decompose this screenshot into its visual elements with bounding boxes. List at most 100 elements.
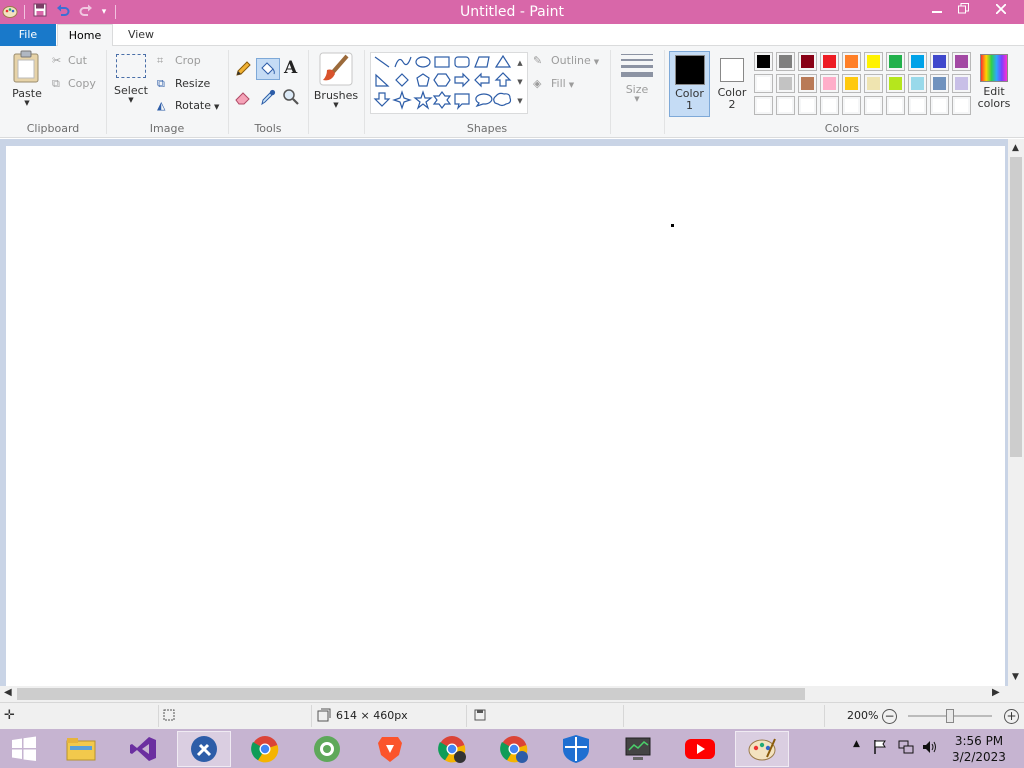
palette-swatch[interactable]: [820, 74, 839, 93]
chrome-profile-r-icon[interactable]: [487, 731, 541, 767]
line-shape-icon[interactable]: [374, 56, 390, 68]
taskbar-clock[interactable]: 3:56 PM 3/2/2023: [948, 733, 1010, 765]
palette-swatch[interactable]: [820, 52, 839, 71]
magnifier-icon[interactable]: [282, 88, 302, 108]
rectangle-shape-icon[interactable]: [434, 56, 450, 68]
chrome-profile-b-icon[interactable]: [425, 731, 479, 767]
select-button[interactable]: Select ▼: [112, 52, 150, 116]
palette-swatch[interactable]: [842, 52, 861, 71]
up-arrow-shape-icon[interactable]: [494, 72, 512, 87]
left-arrow-shape-icon[interactable]: [474, 72, 490, 88]
scroll-left-icon[interactable]: ◀: [4, 687, 12, 698]
palette-swatch[interactable]: [754, 96, 773, 115]
hexagon-shape-icon[interactable]: [433, 73, 451, 87]
palette-swatch[interactable]: [908, 74, 927, 93]
zoom-in-button[interactable]: +: [1004, 709, 1019, 724]
outline-button[interactable]: ✎ Outline ▼: [533, 52, 605, 70]
scroll-right-icon[interactable]: ▶: [992, 687, 1000, 698]
system-monitor-icon[interactable]: [611, 731, 665, 767]
edit-colors-button[interactable]: Edit colors: [974, 52, 1014, 118]
scroll-down-icon[interactable]: ▼: [1012, 672, 1019, 682]
cloud-callout-shape-icon[interactable]: [493, 92, 512, 107]
pencil-icon[interactable]: [234, 60, 254, 80]
palette-swatch[interactable]: [798, 52, 817, 71]
palette-swatch[interactable]: [776, 96, 795, 115]
pentagon-shape-icon[interactable]: [416, 73, 430, 87]
color1-button[interactable]: Color 1: [669, 51, 710, 117]
show-hidden-icons[interactable]: ▲: [853, 739, 860, 749]
right-arrow-shape-icon[interactable]: [454, 72, 470, 88]
color2-button[interactable]: Color 2: [713, 51, 751, 117]
brushes-button[interactable]: Brushes ▼: [313, 52, 359, 116]
palette-swatch[interactable]: [930, 52, 949, 71]
zoom-slider[interactable]: [908, 709, 992, 723]
palette-swatch[interactable]: [776, 74, 795, 93]
zoom-out-button[interactable]: −: [882, 709, 897, 724]
size-button[interactable]: Size ▼: [616, 52, 658, 116]
chrome-icon[interactable]: [238, 731, 292, 767]
palette-swatch[interactable]: [864, 96, 883, 115]
file-explorer-icon[interactable]: [54, 731, 108, 767]
palette-swatch[interactable]: [908, 96, 927, 115]
drawing-canvas[interactable]: [6, 146, 1005, 686]
color-picker-icon[interactable]: [259, 88, 279, 108]
palette-swatch[interactable]: [776, 52, 795, 71]
diamond-shape-icon[interactable]: [395, 73, 409, 87]
visual-studio-icon[interactable]: [116, 731, 170, 767]
brave-browser-icon[interactable]: [363, 731, 417, 767]
flag-icon[interactable]: [873, 739, 887, 758]
palette-swatch[interactable]: [820, 96, 839, 115]
paste-button[interactable]: Paste ▼: [6, 50, 48, 116]
curve-shape-icon[interactable]: [394, 56, 412, 68]
palette-swatch[interactable]: [886, 96, 905, 115]
palette-swatch[interactable]: [930, 74, 949, 93]
eraser-icon[interactable]: [234, 88, 254, 108]
network-icon[interactable]: [898, 739, 914, 758]
rotate-button[interactable]: ◭ Rotate ▼: [157, 97, 227, 115]
paint-taskbar-icon[interactable]: [735, 731, 789, 767]
close-button[interactable]: [986, 0, 1016, 22]
palette-swatch[interactable]: [908, 52, 927, 71]
volume-icon[interactable]: [922, 739, 938, 758]
restore-button[interactable]: [948, 0, 978, 22]
six-point-star-shape-icon[interactable]: [432, 91, 452, 109]
four-point-star-shape-icon[interactable]: [392, 90, 412, 110]
palette-swatch[interactable]: [864, 74, 883, 93]
oval-callout-shape-icon[interactable]: [475, 93, 493, 108]
tools-app-icon[interactable]: [177, 731, 231, 767]
cut-button[interactable]: ✂ Cut: [52, 52, 102, 70]
horizontal-scrollbar[interactable]: ◀ ▶: [0, 686, 1008, 702]
palette-swatch[interactable]: [864, 52, 883, 71]
palette-swatch[interactable]: [754, 52, 773, 71]
scroll-up-icon[interactable]: ▲: [1012, 143, 1019, 153]
tab-home[interactable]: Home: [57, 24, 113, 47]
rounded-rectangle-shape-icon[interactable]: [454, 56, 470, 68]
fill-bucket-icon[interactable]: [256, 58, 280, 80]
palette-swatch[interactable]: [930, 96, 949, 115]
shapes-scroll[interactable]: ▲ ▼ ▼: [515, 54, 525, 112]
vertical-scroll-thumb[interactable]: [1010, 157, 1022, 457]
palette-swatch[interactable]: [842, 96, 861, 115]
start-button[interactable]: [0, 731, 48, 767]
palette-swatch[interactable]: [754, 74, 773, 93]
resize-button[interactable]: ⧉ Resize: [157, 75, 223, 93]
tab-view[interactable]: View: [113, 24, 169, 47]
rectangle-callout-shape-icon[interactable]: [454, 93, 470, 110]
oval-shape-icon[interactable]: [415, 56, 431, 68]
crop-button[interactable]: ⌗ Crop: [157, 52, 217, 70]
security-shield-icon[interactable]: [549, 731, 603, 767]
coccoc-browser-icon[interactable]: [300, 731, 354, 767]
palette-swatch[interactable]: [952, 52, 971, 71]
zoom-slider-thumb[interactable]: [946, 709, 954, 723]
polygon-shape-icon[interactable]: [474, 56, 490, 68]
tab-file[interactable]: File: [0, 24, 56, 47]
youtube-icon[interactable]: [673, 731, 727, 767]
fill-button[interactable]: ◈ Fill ▼: [533, 75, 593, 93]
five-point-star-shape-icon[interactable]: [413, 90, 433, 110]
down-arrow-shape-icon[interactable]: [373, 92, 391, 107]
palette-swatch[interactable]: [952, 74, 971, 93]
text-tool-icon[interactable]: A: [284, 58, 302, 80]
palette-swatch[interactable]: [798, 96, 817, 115]
horizontal-scroll-thumb[interactable]: [17, 688, 805, 700]
right-triangle-shape-icon[interactable]: [375, 73, 390, 87]
